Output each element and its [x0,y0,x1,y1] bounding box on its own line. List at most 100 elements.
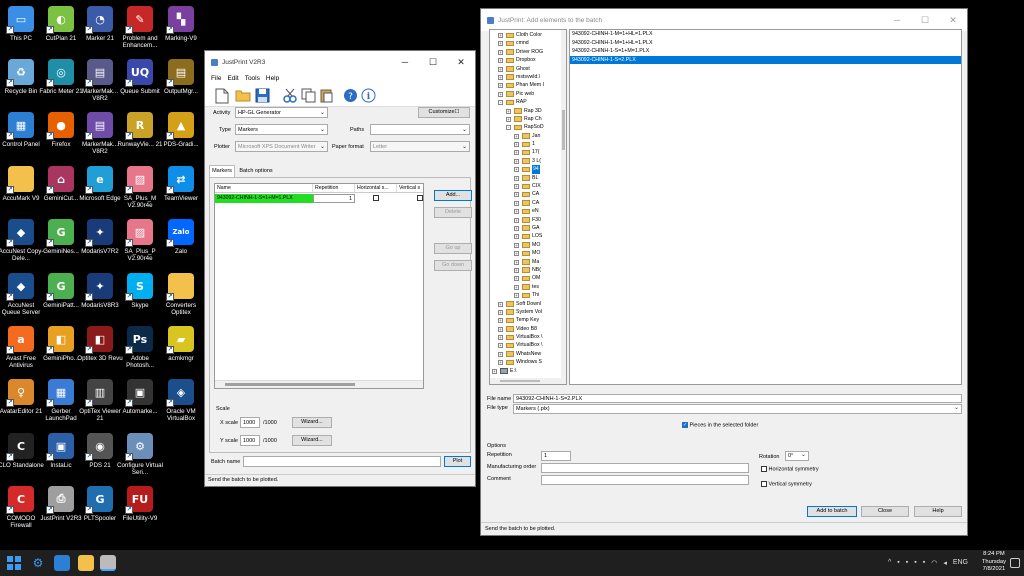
desktop-shortcut[interactable]: ♀ ↗ AvatarEditor 21 [0,375,43,429]
vertical-symmetry-row[interactable]: Vertical symmetry [761,481,812,487]
desktop-shortcut[interactable]: ♻ ↗ Recycle Bin [0,55,43,109]
expand-icon[interactable]: + [498,66,503,72]
expand-icon[interactable]: + [514,251,519,257]
vertical-symmetry-checkbox[interactable] [761,481,767,487]
add-to-batch-button[interactable]: Add to batch [807,506,857,517]
tree-item[interactable]: + VirtualBox \ [490,333,566,341]
expand-icon[interactable]: + [498,41,503,47]
expand-icon[interactable]: + [514,192,519,198]
tab-markers[interactable]: Markers [209,165,235,177]
file-list-item[interactable]: 943092-CHINH-1-M=1+HL=1.PLX [570,30,961,39]
tree-item[interactable]: + Cloth Color [490,31,566,39]
expand-icon[interactable]: + [514,167,519,173]
expand-icon[interactable]: + [514,184,519,190]
tree-item[interactable]: + eN [490,207,566,215]
expand-icon[interactable]: + [498,74,503,80]
menu-tools[interactable]: Tools [242,73,263,85]
app-tray-icon-2[interactable]: ▪ [914,559,916,567]
tree-item[interactable]: + F30 [490,216,566,224]
manufacturing-order-input[interactable] [541,463,749,473]
desktop-shortcut[interactable]: ▣ ↗ InstaLic [39,429,83,483]
tree-item[interactable]: + WhatsNew [490,350,566,358]
header-name[interactable]: Name [215,184,313,192]
desktop-shortcut[interactable]: ⇄ ↗ TeamViewer [159,162,203,216]
desktop-shortcut[interactable]: a ↗ Avast Free Antivirus [0,322,43,376]
tree-item[interactable]: + mstsvwld.\ [490,73,566,81]
pieces-checkbox-row[interactable]: ✓ Pieces in the selected folder [682,422,758,428]
expand-icon[interactable]: + [498,301,503,307]
repetition-input[interactable]: 1 [541,451,571,461]
desktop-shortcut[interactable]: G ↗ GeminiPatt... [39,269,83,323]
expand-icon[interactable]: + [498,326,503,332]
app-tray-icon-3[interactable]: ▪ [923,559,925,567]
expand-icon[interactable]: + [514,276,519,282]
expand-icon[interactable]: + [514,150,519,156]
customize-button[interactable]: Customize☐ [418,107,470,118]
desktop-shortcut[interactable]: e ↗ Microsoft Edge [78,162,122,216]
help-icon[interactable]: ? [343,88,358,103]
expand-icon[interactable]: + [514,267,519,273]
start-icon[interactable] [6,555,22,571]
expand-icon[interactable]: + [514,284,519,290]
activity-dropdown[interactable]: HP-GL Generator ⌄ [235,107,328,118]
chevron-up-icon[interactable]: ^ [888,559,891,567]
header-repetition[interactable]: Repetition [313,184,355,192]
network-icon[interactable]: ▪ [897,559,899,567]
delete-button[interactable]: Delete [434,207,472,218]
expand-icon[interactable]: + [498,309,503,315]
file-list-item[interactable]: 943092-CHINH-1-M=1+HL=1.PLX [570,39,961,48]
horizontal-scrollbar[interactable] [215,380,423,388]
new-file-icon[interactable] [215,88,229,104]
tree-item[interactable]: +3 L( [490,157,566,165]
desktop-shortcut[interactable]: ▲ ↗ PDS-Gradi... [159,108,203,162]
collapse-icon[interactable]: - [498,100,503,106]
desktop-shortcut[interactable]: FU ↗ FileUtility-V9 [118,482,162,536]
close-button[interactable]: ✕ [939,9,967,31]
tree-item[interactable]: - RAP [490,98,566,106]
clock[interactable]: 8:24 PM Thursday 7/8/2021 [982,551,1006,574]
tree-item[interactable]: + Dropbox [490,56,566,64]
expand-icon[interactable]: + [492,368,497,374]
desktop-shortcut[interactable]: ◧ ↗ Optitex 3D Revu [77,322,123,376]
cut-icon[interactable] [283,88,297,103]
expand-icon[interactable]: + [514,293,519,299]
expand-icon[interactable]: + [514,142,519,148]
tree-item[interactable]: + NB( [490,266,566,274]
desktop-shortcut[interactable]: ✦ ↗ ModarisV8R3 [78,269,122,323]
collapse-icon[interactable]: - [506,125,511,131]
desktop-shortcut[interactable]: C ↗ CLO Standalone [0,429,44,483]
desktop-shortcut[interactable]: ⚙ ↗ Configure Virtual Seri... [117,429,163,483]
open-folder-icon[interactable] [235,89,251,102]
desktop-shortcut[interactable]: ⌂ ↗ GeminiCut... [39,162,83,216]
expand-icon[interactable]: + [498,33,503,38]
desktop-shortcut[interactable]: ✦ ↗ ModarisV7R2 [78,215,122,269]
comment-input[interactable] [541,475,749,485]
table-row[interactable]: 943092-CHINH-1-S=1+M=1.PLX 1 [215,194,423,203]
expand-icon[interactable]: + [498,351,503,357]
desktop-shortcut[interactable]: ◔ ↗ Marker 21 [78,2,122,56]
close-dialog-button[interactable]: Close [861,506,909,517]
tree-vertical-scrollbar[interactable] [561,30,566,384]
minimize-button[interactable]: ─ [883,9,911,31]
desktop-shortcut[interactable]: ◐ ↗ CutPlan 21 [39,2,83,56]
tree-item[interactable]: + cmnd [490,39,566,47]
expand-icon[interactable]: + [514,200,519,206]
store-icon[interactable] [54,555,70,571]
tree-horizontal-scrollbar[interactable] [490,378,566,384]
tree-item[interactable]: +1 [490,140,566,148]
expand-icon[interactable]: + [498,318,503,324]
desktop-shortcut[interactable]: ▤ ↗ OutputMgr... [159,55,203,109]
tree-item[interactable]: + Rap 3D [490,107,566,115]
add-button[interactable]: Add... [434,190,472,201]
info-icon[interactable]: i [361,88,376,103]
tree-item[interactable]: + Pic web [490,90,566,98]
desktop-shortcut[interactable]: UQ ↗ Queue Submit [118,55,162,109]
expand-icon[interactable]: + [514,225,519,231]
tree-item[interactable]: + MO [490,249,566,257]
menu-file[interactable]: File [208,73,224,85]
desktop-shortcut[interactable]: ▨ ↗ SA_Plus_M V2.90r4e [118,162,162,216]
language-indicator[interactable]: ENG [953,559,968,567]
tree-item[interactable]: + System Vol [490,308,566,316]
tree-item[interactable]: + VirtualBox \ [490,341,566,349]
horizontal-checkbox[interactable] [373,194,379,201]
